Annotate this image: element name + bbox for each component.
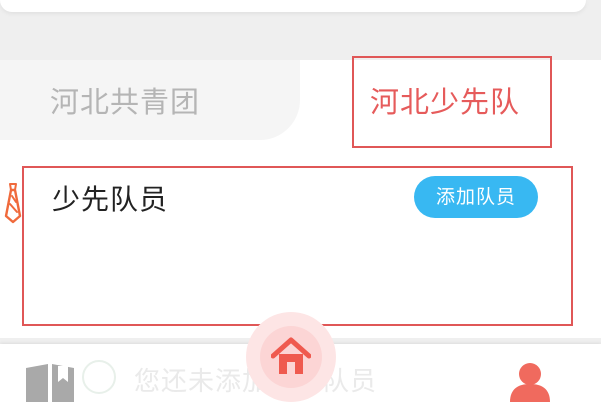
user-icon[interactable] [508,362,552,402]
add-member-button[interactable]: 添加队员 [414,176,538,218]
empty-avatar [82,360,116,394]
top-card [0,0,586,12]
tab-hebei-pioneers-label[interactable]: 河北少先队 [370,82,520,122]
home-button[interactable] [260,326,322,388]
section-title: 少先队员 [52,183,169,216]
tie-icon [4,183,22,224]
tab-hebei-pioneers[interactable]: 河北少先队 [352,56,552,148]
home-icon [271,337,311,374]
tab-hebei-league-label[interactable]: 河北共青团 [50,82,200,122]
book-icon[interactable] [26,364,76,402]
